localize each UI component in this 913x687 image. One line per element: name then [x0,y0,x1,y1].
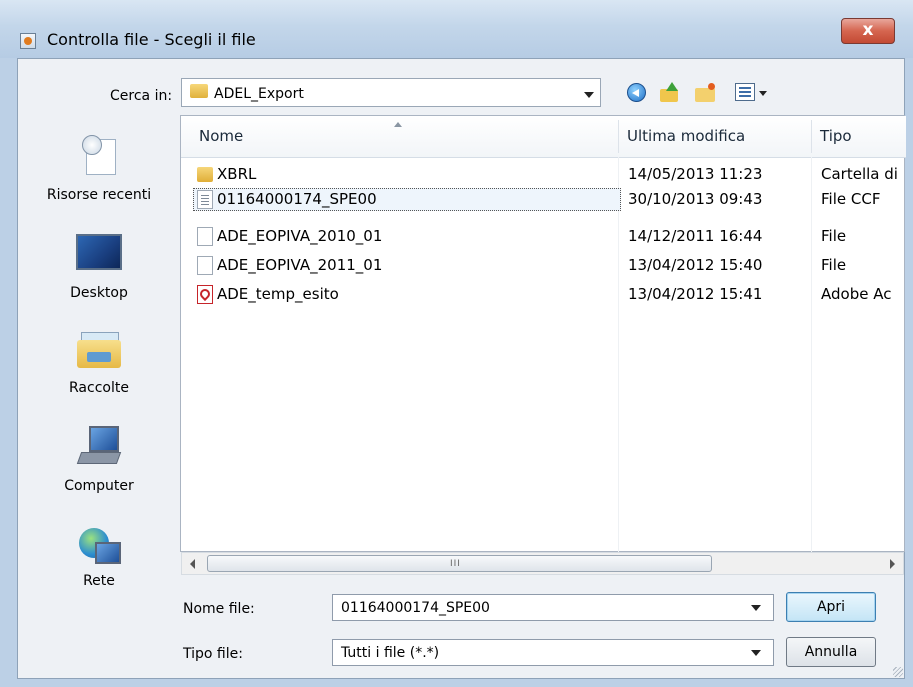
java-app-icon [20,33,36,49]
filetype-value: Tutti i file (*.*) [341,645,440,661]
filename-input[interactable]: 01164000174_SPE00 [332,594,774,621]
file-row[interactable]: ADE_EOPIVA_2011_01 13/04/2012 15:40 File [181,253,906,278]
file-chooser-dialog: Controlla file - Scegli il file x Cerca … [0,0,913,687]
file-row-xbrl[interactable]: XBRL 14/05/2013 11:23 Cartella di [181,162,906,187]
view-dropdown-chevron-icon[interactable] [759,91,767,96]
file-modified: 13/04/2012 15:40 [628,256,763,274]
computer-icon [76,426,122,466]
file-type: File [821,256,847,274]
sidebar-item-recent[interactable]: Risorse recenti [30,113,168,213]
file-modified: 13/04/2012 15:41 [628,285,763,303]
file-type: Cartella di [821,165,898,183]
filename-label: Nome file: [183,601,255,617]
file-modified: 14/05/2013 11:23 [628,165,763,183]
document-icon [197,190,213,209]
scroll-left-icon[interactable] [190,559,195,569]
sidebar-item-network[interactable]: Rete [30,513,168,613]
file-list[interactable]: Nome Ultima modifica Tipo XBRL 14/05/201… [180,115,906,557]
network-icon [79,528,121,568]
chevron-down-icon[interactable] [584,92,594,98]
file-row[interactable]: ADE_temp_esito 13/04/2012 15:41 Adobe Ac [181,282,906,307]
cancel-button[interactable]: Annulla [786,637,876,667]
chevron-down-icon[interactable] [751,605,761,611]
back-icon[interactable] [627,83,646,102]
resize-grip-icon[interactable] [893,667,903,677]
column-type[interactable]: Tipo [812,116,906,157]
title-bar[interactable]: Controlla file - Scegli il file x [0,0,913,58]
filetype-label: Tipo file: [183,646,243,662]
look-in-label: Cerca in: [110,88,173,104]
places-sidebar: Risorse recenti Desktop Raccolte Compute… [30,113,168,613]
view-menu-icon[interactable] [735,83,755,101]
file-modified: 30/10/2013 09:43 [628,190,763,208]
sidebar-item-computer[interactable]: Computer [30,413,168,513]
folder-icon [197,167,213,182]
file-type: Adobe Ac [821,285,892,303]
sort-ascending-icon [394,122,402,127]
scrollbar-thumb[interactable]: III [207,555,712,572]
column-name[interactable]: Nome [191,116,621,157]
open-button[interactable]: Apri [786,592,876,622]
column-modified[interactable]: Ultima modifica [619,116,812,157]
recent-places-icon [82,135,116,177]
blank-file-icon [197,256,213,275]
column-guide [811,157,812,557]
file-name: ADE_temp_esito [217,285,339,303]
file-name: ADE_EOPIVA_2011_01 [217,256,383,274]
chevron-down-icon[interactable] [751,650,761,656]
libraries-icon [77,332,121,368]
filetype-select[interactable]: Tutti i file (*.*) [332,639,774,666]
up-folder-icon[interactable] [660,82,682,103]
file-row-selected[interactable]: 01164000174_SPE00 30/10/2013 09:43 File … [181,187,906,212]
scroll-right-icon[interactable] [890,559,895,569]
blank-file-icon [197,227,213,246]
file-type: File CCF [821,190,881,208]
sidebar-item-libraries[interactable]: Raccolte [30,313,168,413]
sidebar-item-label: Raccolte [69,380,129,396]
horizontal-scrollbar[interactable]: III [181,552,904,575]
close-icon: x [862,20,874,40]
filename-value: 01164000174_SPE00 [341,600,490,616]
close-button[interactable]: x [841,18,895,44]
sidebar-item-label: Desktop [70,285,128,301]
window-title: Controlla file - Scegli il file [47,30,256,49]
look-in-value: ADEL_Export [214,86,304,102]
file-type: File [821,227,847,245]
pdf-icon [197,285,213,304]
desktop-icon [76,234,122,270]
column-guide [618,157,619,557]
file-name: XBRL [217,165,257,183]
scrollbar-grip: III [450,559,461,569]
sidebar-item-desktop[interactable]: Desktop [30,213,168,313]
sidebar-item-label: Rete [83,573,115,589]
new-folder-icon[interactable] [695,83,717,103]
sidebar-item-label: Risorse recenti [46,187,152,203]
file-modified: 14/12/2011 16:44 [628,227,763,245]
folder-icon [190,84,208,98]
sidebar-item-label: Computer [64,478,134,494]
file-name: ADE_EOPIVA_2010_01 [217,227,383,245]
file-row[interactable]: ADE_EOPIVA_2010_01 14/12/2011 16:44 File [181,224,906,249]
file-name: 01164000174_SPE00 [217,190,377,208]
column-header: Nome Ultima modifica Tipo [181,116,906,158]
